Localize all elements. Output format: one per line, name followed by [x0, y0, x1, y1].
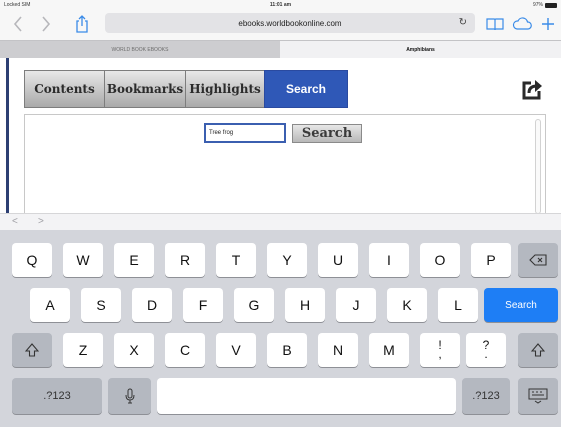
space-key[interactable] [157, 378, 456, 414]
page-edge [6, 58, 9, 213]
key-e[interactable]: E [114, 243, 154, 277]
key-u[interactable]: U [318, 243, 358, 277]
url-text: ebooks.worldbookonline.com [238, 18, 342, 28]
screen: Locked SIM 11:01 am 97% ebooks.worldbook… [0, 0, 561, 427]
previous-field-button[interactable]: < [12, 216, 18, 227]
shift-key-right[interactable] [518, 333, 558, 367]
key-y[interactable]: Y [267, 243, 307, 277]
next-field-button[interactable]: > [38, 216, 44, 227]
key-h[interactable]: H [285, 288, 325, 322]
tab-title: Amphibians [406, 46, 435, 53]
shift-icon [531, 343, 545, 357]
key-m[interactable]: M [369, 333, 409, 367]
key-f[interactable]: F [183, 288, 223, 322]
plus-icon [542, 18, 554, 30]
key-i[interactable]: I [369, 243, 409, 277]
key-q[interactable]: Q [12, 243, 52, 277]
tab-title: WORLD BOOK EBOOKS [111, 46, 169, 53]
keyboard-icon [528, 388, 548, 404]
clock: 11:01 am [269, 2, 292, 8]
book-icon [486, 18, 504, 31]
keyboard-assistant-bar: < > [0, 213, 561, 230]
new-tab-button[interactable] [538, 14, 558, 34]
shift-key-left[interactable] [12, 333, 52, 367]
hide-keyboard-key[interactable] [518, 378, 558, 414]
battery-status: 97% [533, 2, 557, 8]
cloud-tabs-button[interactable] [510, 14, 534, 34]
web-content: Contents Bookmarks Highlights Search Tre… [0, 58, 561, 214]
key-n[interactable]: N [318, 333, 358, 367]
chevron-right-icon [42, 16, 51, 32]
key-c[interactable]: C [165, 333, 205, 367]
backspace-key[interactable] [518, 243, 558, 277]
tab-contents[interactable]: Contents [24, 70, 104, 108]
key-k[interactable]: K [387, 288, 427, 322]
key-a[interactable]: A [30, 288, 70, 322]
key-s[interactable]: S [81, 288, 121, 322]
shift-icon [25, 343, 39, 357]
tab-bookmarks[interactable]: Bookmarks [104, 70, 185, 108]
numbers-key-left[interactable]: .?123 [12, 378, 102, 414]
key-question-period[interactable]: ? . [466, 333, 506, 367]
cloud-icon [512, 17, 532, 30]
chevron-left-icon [13, 16, 22, 32]
share-icon [76, 15, 88, 33]
search-panel: Tree frog Search [24, 114, 546, 214]
backspace-icon [529, 254, 547, 266]
tab-amphibians[interactable]: Amphibians [280, 41, 561, 58]
dictation-key[interactable] [108, 378, 151, 414]
key-b[interactable]: B [267, 333, 307, 367]
key-r[interactable]: R [165, 243, 205, 277]
back-button[interactable] [8, 14, 28, 34]
browser-toolbar: ebooks.worldbookonline.com ↻ [0, 10, 561, 40]
key-z[interactable]: Z [63, 333, 103, 367]
search-input[interactable]: Tree frog [204, 123, 286, 143]
ebook-nav-tabs: Contents Bookmarks Highlights Search [24, 70, 348, 108]
scrollbar[interactable] [535, 119, 541, 214]
battery-percent: 97% [532, 2, 543, 8]
key-bottom-char: . [484, 347, 488, 361]
key-t[interactable]: T [216, 243, 256, 277]
key-o[interactable]: O [420, 243, 460, 277]
export-icon[interactable] [521, 78, 543, 100]
status-bar: Locked SIM 11:01 am 97% [0, 0, 561, 10]
key-l[interactable]: L [438, 288, 478, 322]
key-x[interactable]: X [114, 333, 154, 367]
reload-icon[interactable]: ↻ [459, 17, 467, 28]
microphone-icon [125, 388, 134, 404]
tab-bar: WORLD BOOK EBOOKS ⊗ Amphibians [0, 40, 561, 58]
search-button[interactable]: Search [292, 124, 362, 143]
key-j[interactable]: J [336, 288, 376, 322]
key-w[interactable]: W [63, 243, 103, 277]
key-g[interactable]: G [234, 288, 274, 322]
tab-world-book-ebooks[interactable]: WORLD BOOK EBOOKS [0, 41, 280, 58]
key-d[interactable]: D [132, 288, 172, 322]
address-bar[interactable]: ebooks.worldbookonline.com ↻ [105, 13, 475, 33]
key-bottom-char: , [438, 347, 442, 361]
tab-highlights[interactable]: Highlights [185, 70, 264, 108]
bookmarks-button[interactable] [485, 14, 505, 34]
tab-search[interactable]: Search [264, 70, 348, 108]
keyboard: Q W E R T Y U I O P A S D F G H J K L Se… [0, 230, 561, 427]
battery-icon [545, 2, 557, 8]
share-button[interactable] [72, 14, 92, 34]
key-exclamation-comma[interactable]: ! , [420, 333, 460, 367]
numbers-key-right[interactable]: .?123 [462, 378, 510, 414]
key-v[interactable]: V [216, 333, 256, 367]
search-return-key[interactable]: Search [484, 288, 558, 322]
forward-button[interactable] [36, 14, 56, 34]
key-p[interactable]: P [471, 243, 511, 277]
